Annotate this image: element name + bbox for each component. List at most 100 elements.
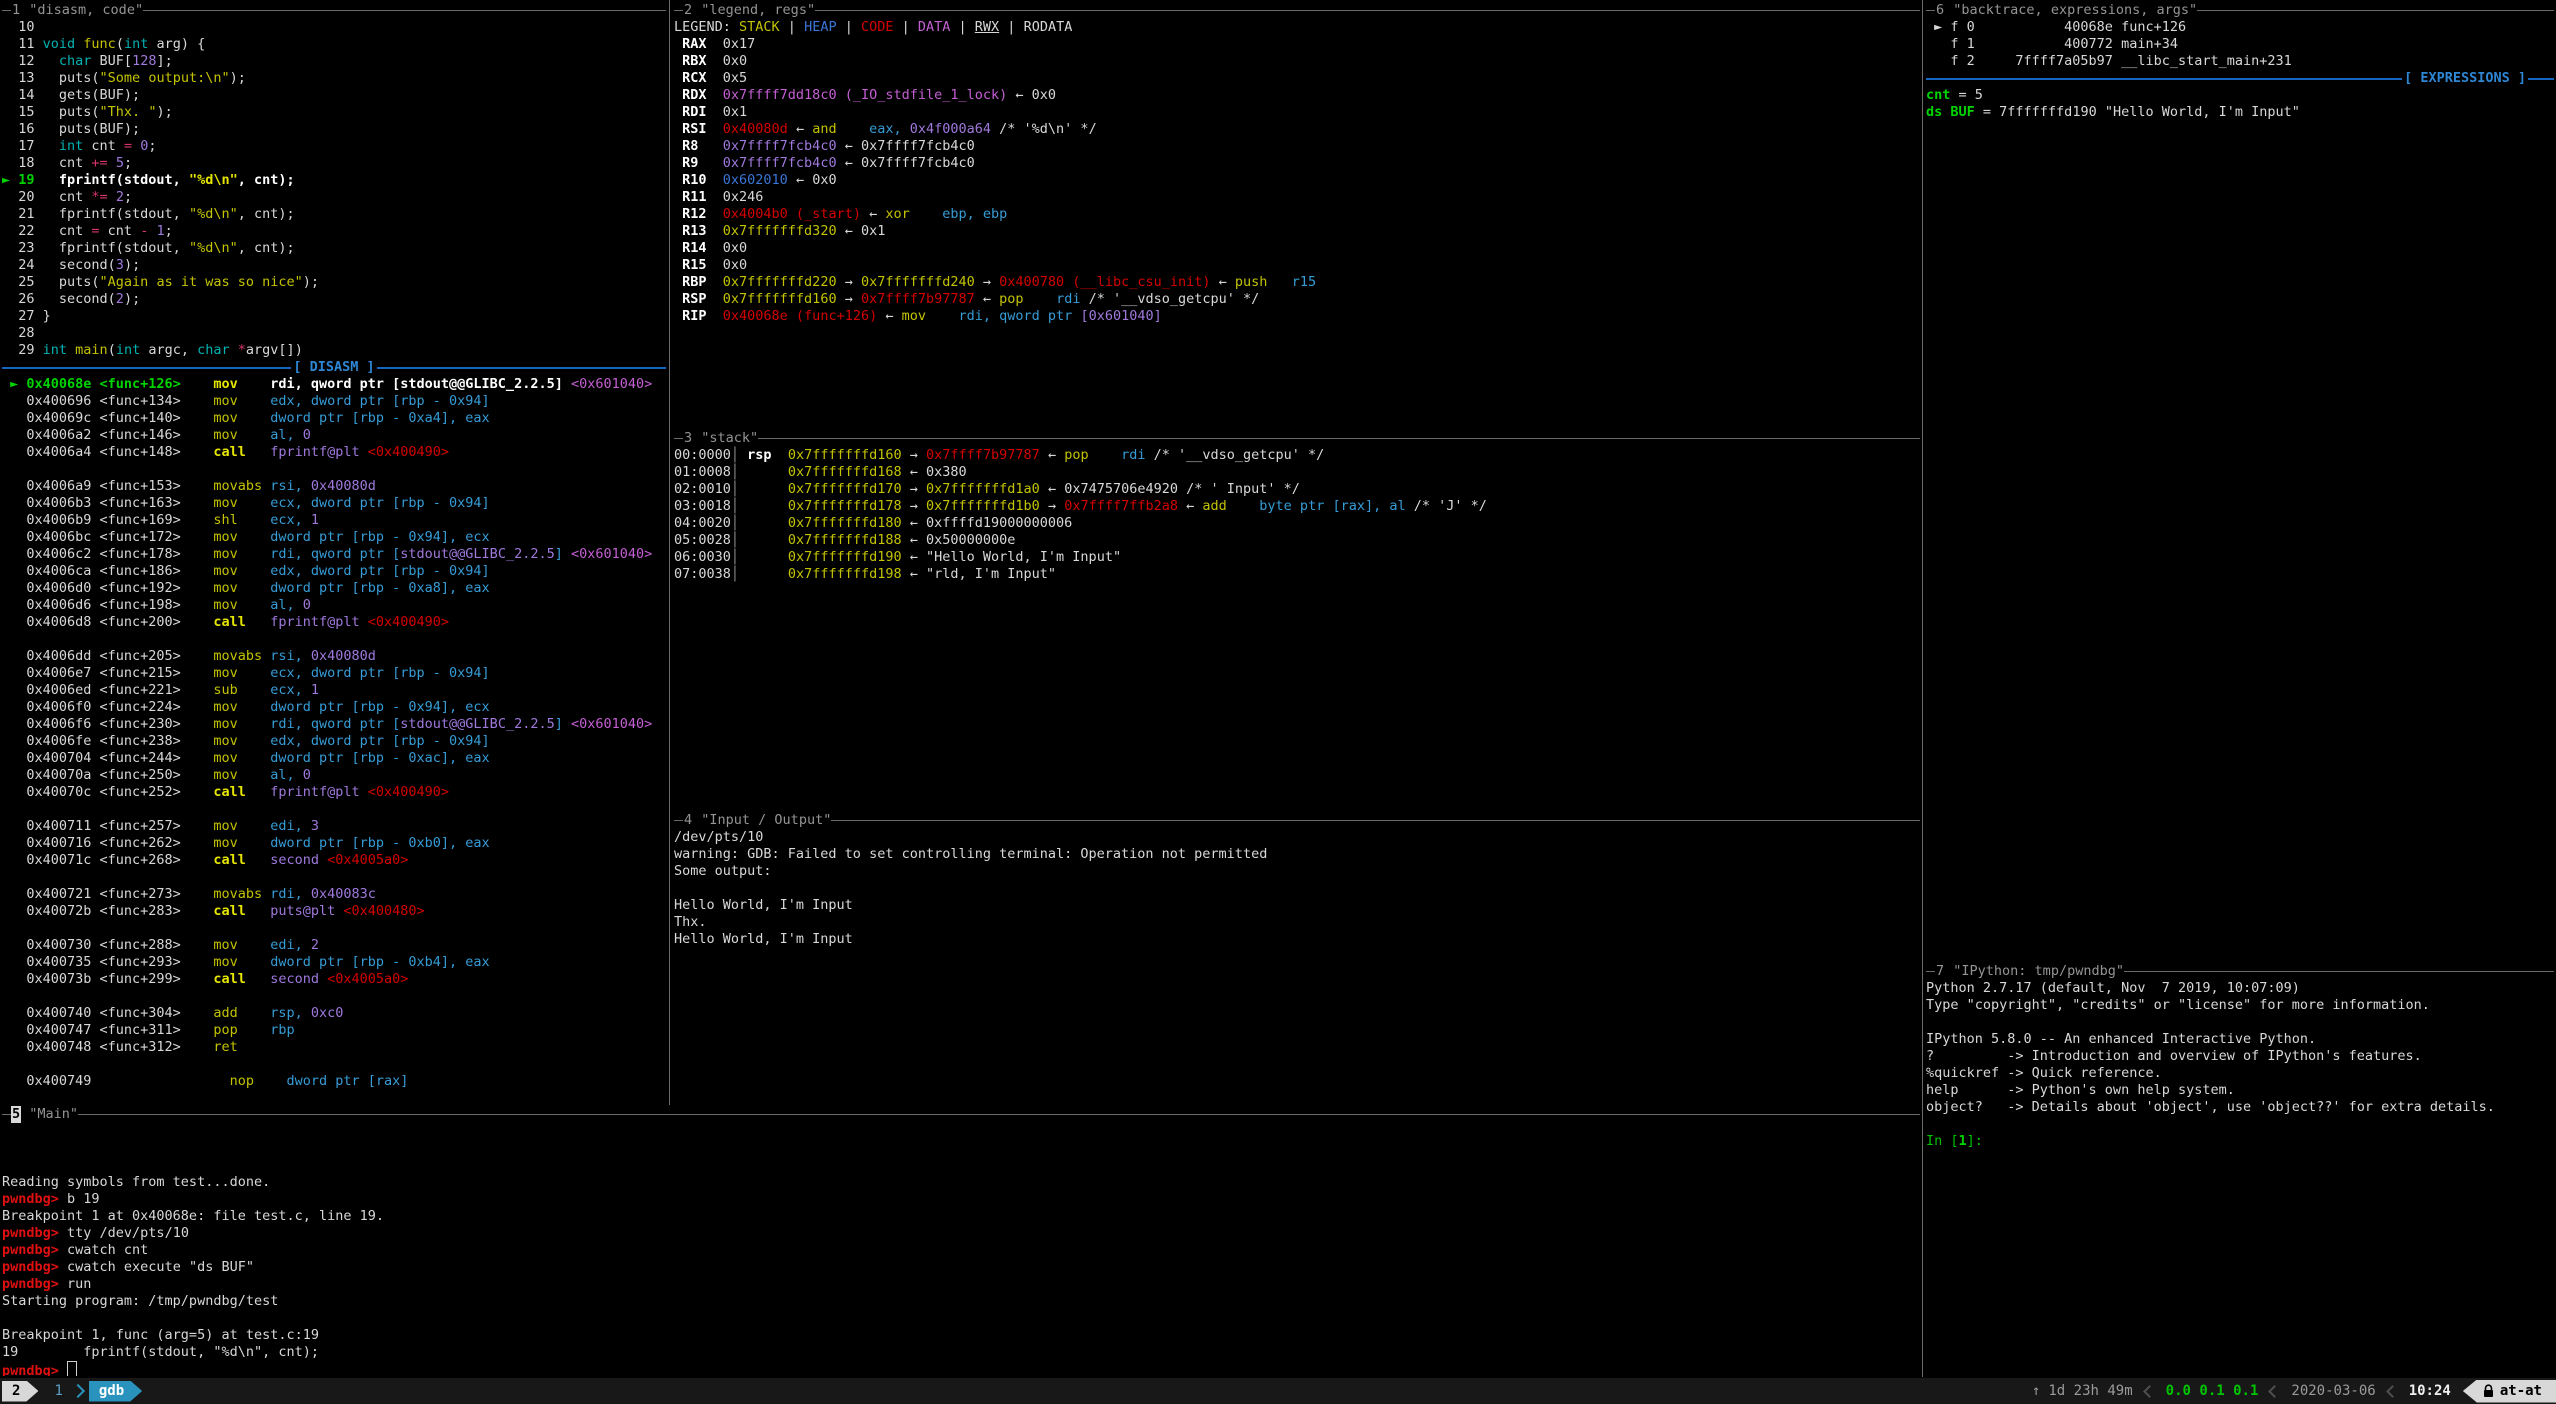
terminal-line: 00:0000│ rsp 0x7fffffffd160 → 0x7ffff7b9… bbox=[674, 447, 1920, 464]
terminal-line: 0x400747 <func+311> pop rbp bbox=[2, 1022, 666, 1039]
pane-legend-regs[interactable]: 2 "legend, regs" LEGEND: STACK | HEAP | … bbox=[674, 2, 1920, 428]
terminal-line: Reading symbols from test...done. bbox=[2, 1174, 1920, 1191]
terminal-line: 0x400704 <func+244> mov dword ptr [rbp -… bbox=[2, 750, 666, 767]
pane-input-output[interactable]: 4 "Input / Output" /dev/pts/10warning: G… bbox=[674, 812, 1920, 1104]
terminal-line: 0x4006a2 <func+146> mov al, 0 bbox=[2, 427, 666, 444]
terminal-line bbox=[2, 1140, 1920, 1157]
terminal-line: 29 int main(int argc, char *argv[]) bbox=[2, 342, 666, 359]
pane-number: 2 bbox=[683, 2, 693, 19]
terminal-line: cnt = 5 bbox=[1926, 87, 2554, 104]
terminal-line: 0x4006bc <func+172> mov dword ptr [rbp -… bbox=[2, 529, 666, 546]
terminal-line: 28 bbox=[2, 325, 666, 342]
host-name: at-at bbox=[2500, 1383, 2542, 1400]
terminal-line: In [1]: bbox=[1926, 1133, 2554, 1150]
pane-number-active: 5 bbox=[11, 1106, 21, 1123]
uptime-arrow-icon: ↑ bbox=[2032, 1383, 2040, 1400]
terminal-line: R14 0x0 bbox=[674, 240, 1920, 257]
terminal-line: 0x4006d0 <func+192> mov dword ptr [rbp -… bbox=[2, 580, 666, 597]
terminal-line: 0x40069c <func+140> mov dword ptr [rbp -… bbox=[2, 410, 666, 427]
terminal-line bbox=[674, 880, 1920, 897]
pane-disasm-code[interactable]: 1 "disasm, code" 10 11 void func(int arg… bbox=[2, 2, 666, 1104]
terminal-line: RBP 0x7fffffffd220 → 0x7fffffffd240 → 0x… bbox=[674, 274, 1920, 291]
terminal-line: Type "copyright", "credits" or "license"… bbox=[1926, 997, 2554, 1014]
terminal-line: object? -> Details about 'object', use '… bbox=[1926, 1099, 2554, 1116]
pane-title: "legend, regs" bbox=[701, 2, 815, 19]
terminal-line: R13 0x7fffffffd320 ← 0x1 bbox=[674, 223, 1920, 240]
pane-backtrace-expressions[interactable]: 6 "backtrace, expressions, args" ► f 0 4… bbox=[1926, 2, 2554, 961]
terminal-line: 03:0018│ 0x7fffffffd178 → 0x7fffffffd1b0… bbox=[674, 498, 1920, 515]
terminal-line: 04:0020│ 0x7fffffffd180 ← 0xffffd1900000… bbox=[674, 515, 1920, 532]
terminal-line bbox=[2, 869, 666, 886]
terminal-line bbox=[2, 1310, 1920, 1327]
pane-border-vertical-left[interactable] bbox=[669, 0, 670, 1105]
terminal-line: 02:0010│ 0x7fffffffd170 → 0x7fffffffd1a0… bbox=[674, 481, 1920, 498]
pane-header: 3 "stack" bbox=[674, 430, 1920, 447]
pane-number: 6 bbox=[1935, 2, 1945, 19]
terminal-line: 0x4006f6 <func+230> mov rdi, qword ptr [… bbox=[2, 716, 666, 733]
terminal-line: 01:0008│ 0x7fffffffd168 ← 0x380 bbox=[674, 464, 1920, 481]
terminal-line: [ EXPRESSIONS ] bbox=[1926, 70, 2554, 87]
terminal-line: %quickref -> Quick reference. bbox=[1926, 1065, 2554, 1082]
terminal-line: 0x400730 <func+288> mov edi, 2 bbox=[2, 937, 666, 954]
window-tab-gdb[interactable]: gdb bbox=[89, 1381, 142, 1402]
uptime-text: 1d 23h 49m bbox=[2048, 1383, 2132, 1400]
terminal-line: ► 0x40068e <func+126> mov rdi, qword ptr… bbox=[2, 376, 666, 393]
pane-number: 4 bbox=[683, 812, 693, 829]
terminal-line: RDI 0x1 bbox=[674, 104, 1920, 121]
terminal-line: pwndbg> b 19 bbox=[2, 1191, 1920, 1208]
terminal-line bbox=[2, 1157, 1920, 1174]
section-separator-label: [ EXPRESSIONS ] bbox=[2402, 70, 2528, 87]
terminal-line: 20 cnt *= 2; bbox=[2, 189, 666, 206]
terminal-line: pwndbg> cwatch cnt bbox=[2, 1242, 1920, 1259]
pane-stack[interactable]: 3 "stack" 00:0000│ rsp 0x7fffffffd160 → … bbox=[674, 430, 1920, 810]
terminal-line bbox=[1926, 1014, 2554, 1031]
terminal-line: 0x400740 <func+304> add rsp, 0xc0 bbox=[2, 1005, 666, 1022]
terminal-line: 0x400716 <func+262> mov dword ptr [rbp -… bbox=[2, 835, 666, 852]
terminal-line: R10 0x602010 ← 0x0 bbox=[674, 172, 1920, 189]
terminal-line: Thx. bbox=[674, 914, 1920, 931]
terminal-line: 0x4006d8 <func+200> call fprintf@plt <0x… bbox=[2, 614, 666, 631]
terminal-line: 0x4006ca <func+186> mov edx, dword ptr [… bbox=[2, 563, 666, 580]
terminal-line: 05:0028│ 0x7fffffffd188 ← 0x50000000e bbox=[674, 532, 1920, 549]
terminal-line: 0x4006b9 <func+169> shl ecx, 1 bbox=[2, 512, 666, 529]
terminal-line: R9 0x7ffff7fcb4c0 ← 0x7ffff7fcb4c0 bbox=[674, 155, 1920, 172]
terminal-line bbox=[2, 988, 666, 1005]
pane-number: 3 bbox=[683, 430, 693, 447]
terminal-line: ► 19 fprintf(stdout, "%d\n", cnt); bbox=[2, 172, 666, 189]
terminal-line: Hello World, I'm Input bbox=[674, 897, 1920, 914]
chevron-left-icon bbox=[2269, 1385, 2282, 1398]
chevron-right-icon bbox=[71, 1384, 85, 1398]
pane-header: 7 "IPython: tmp/pwndbg" bbox=[1926, 963, 2554, 980]
terminal-line: warning: GDB: Failed to set controlling … bbox=[674, 846, 1920, 863]
pane-ipython[interactable]: 7 "IPython: tmp/pwndbg" Python 2.7.17 (d… bbox=[1926, 963, 2554, 1376]
pane-title: "stack" bbox=[701, 430, 758, 447]
chevron-left-icon bbox=[2386, 1385, 2399, 1398]
terminal-line: 0x4006ed <func+221> sub ecx, 1 bbox=[2, 682, 666, 699]
terminal-line: 26 second(2); bbox=[2, 291, 666, 308]
terminal-line: Some output: bbox=[674, 863, 1920, 880]
pane-main-gdb-console[interactable]: 5 "Main" Reading symbols from test...don… bbox=[2, 1106, 1920, 1376]
terminal-line: LEGEND: STACK | HEAP | CODE | DATA | RWX… bbox=[674, 19, 1920, 36]
pane-header: 5 "Main" bbox=[2, 1106, 1920, 1123]
terminal-line: [ DISASM ] bbox=[2, 359, 666, 376]
terminal-line: RDX 0x7ffff7dd18c0 (_IO_stdfile_1_lock) … bbox=[674, 87, 1920, 104]
terminal-line: 17 int cnt = 0; bbox=[2, 138, 666, 155]
terminal-line: pwndbg> bbox=[2, 1361, 1920, 1376]
terminal-line: pwndbg> tty /dev/pts/10 bbox=[2, 1225, 1920, 1242]
terminal-line: 0x40070a <func+250> mov al, 0 bbox=[2, 767, 666, 784]
terminal-line bbox=[2, 1056, 666, 1073]
pane-header: 1 "disasm, code" bbox=[2, 2, 666, 19]
window-index[interactable]: 1 bbox=[54, 1383, 62, 1400]
terminal-line: ? -> Introduction and overview of IPytho… bbox=[1926, 1048, 2554, 1065]
tmux-screen: 1 "disasm, code" 10 11 void func(int arg… bbox=[0, 0, 2556, 1404]
terminal-line: 0x4006f0 <func+224> mov dword ptr [rbp -… bbox=[2, 699, 666, 716]
terminal-line: IPython 5.8.0 -- An enhanced Interactive… bbox=[1926, 1031, 2554, 1048]
session-badge[interactable]: 2 bbox=[2, 1381, 38, 1402]
terminal-line bbox=[2, 801, 666, 818]
terminal-line: 0x4006a4 <func+148> call fprintf@plt <0x… bbox=[2, 444, 666, 461]
pane-border-vertical-right[interactable] bbox=[1922, 0, 1923, 1377]
terminal-line: 0x40070c <func+252> call fprintf@plt <0x… bbox=[2, 784, 666, 801]
terminal-line: 13 puts("Some output:\n"); bbox=[2, 70, 666, 87]
terminal-line: 0x4006a9 <func+153> movabs rsi, 0x40080d bbox=[2, 478, 666, 495]
terminal-line: Starting program: /tmp/pwndbg/test bbox=[2, 1293, 1920, 1310]
